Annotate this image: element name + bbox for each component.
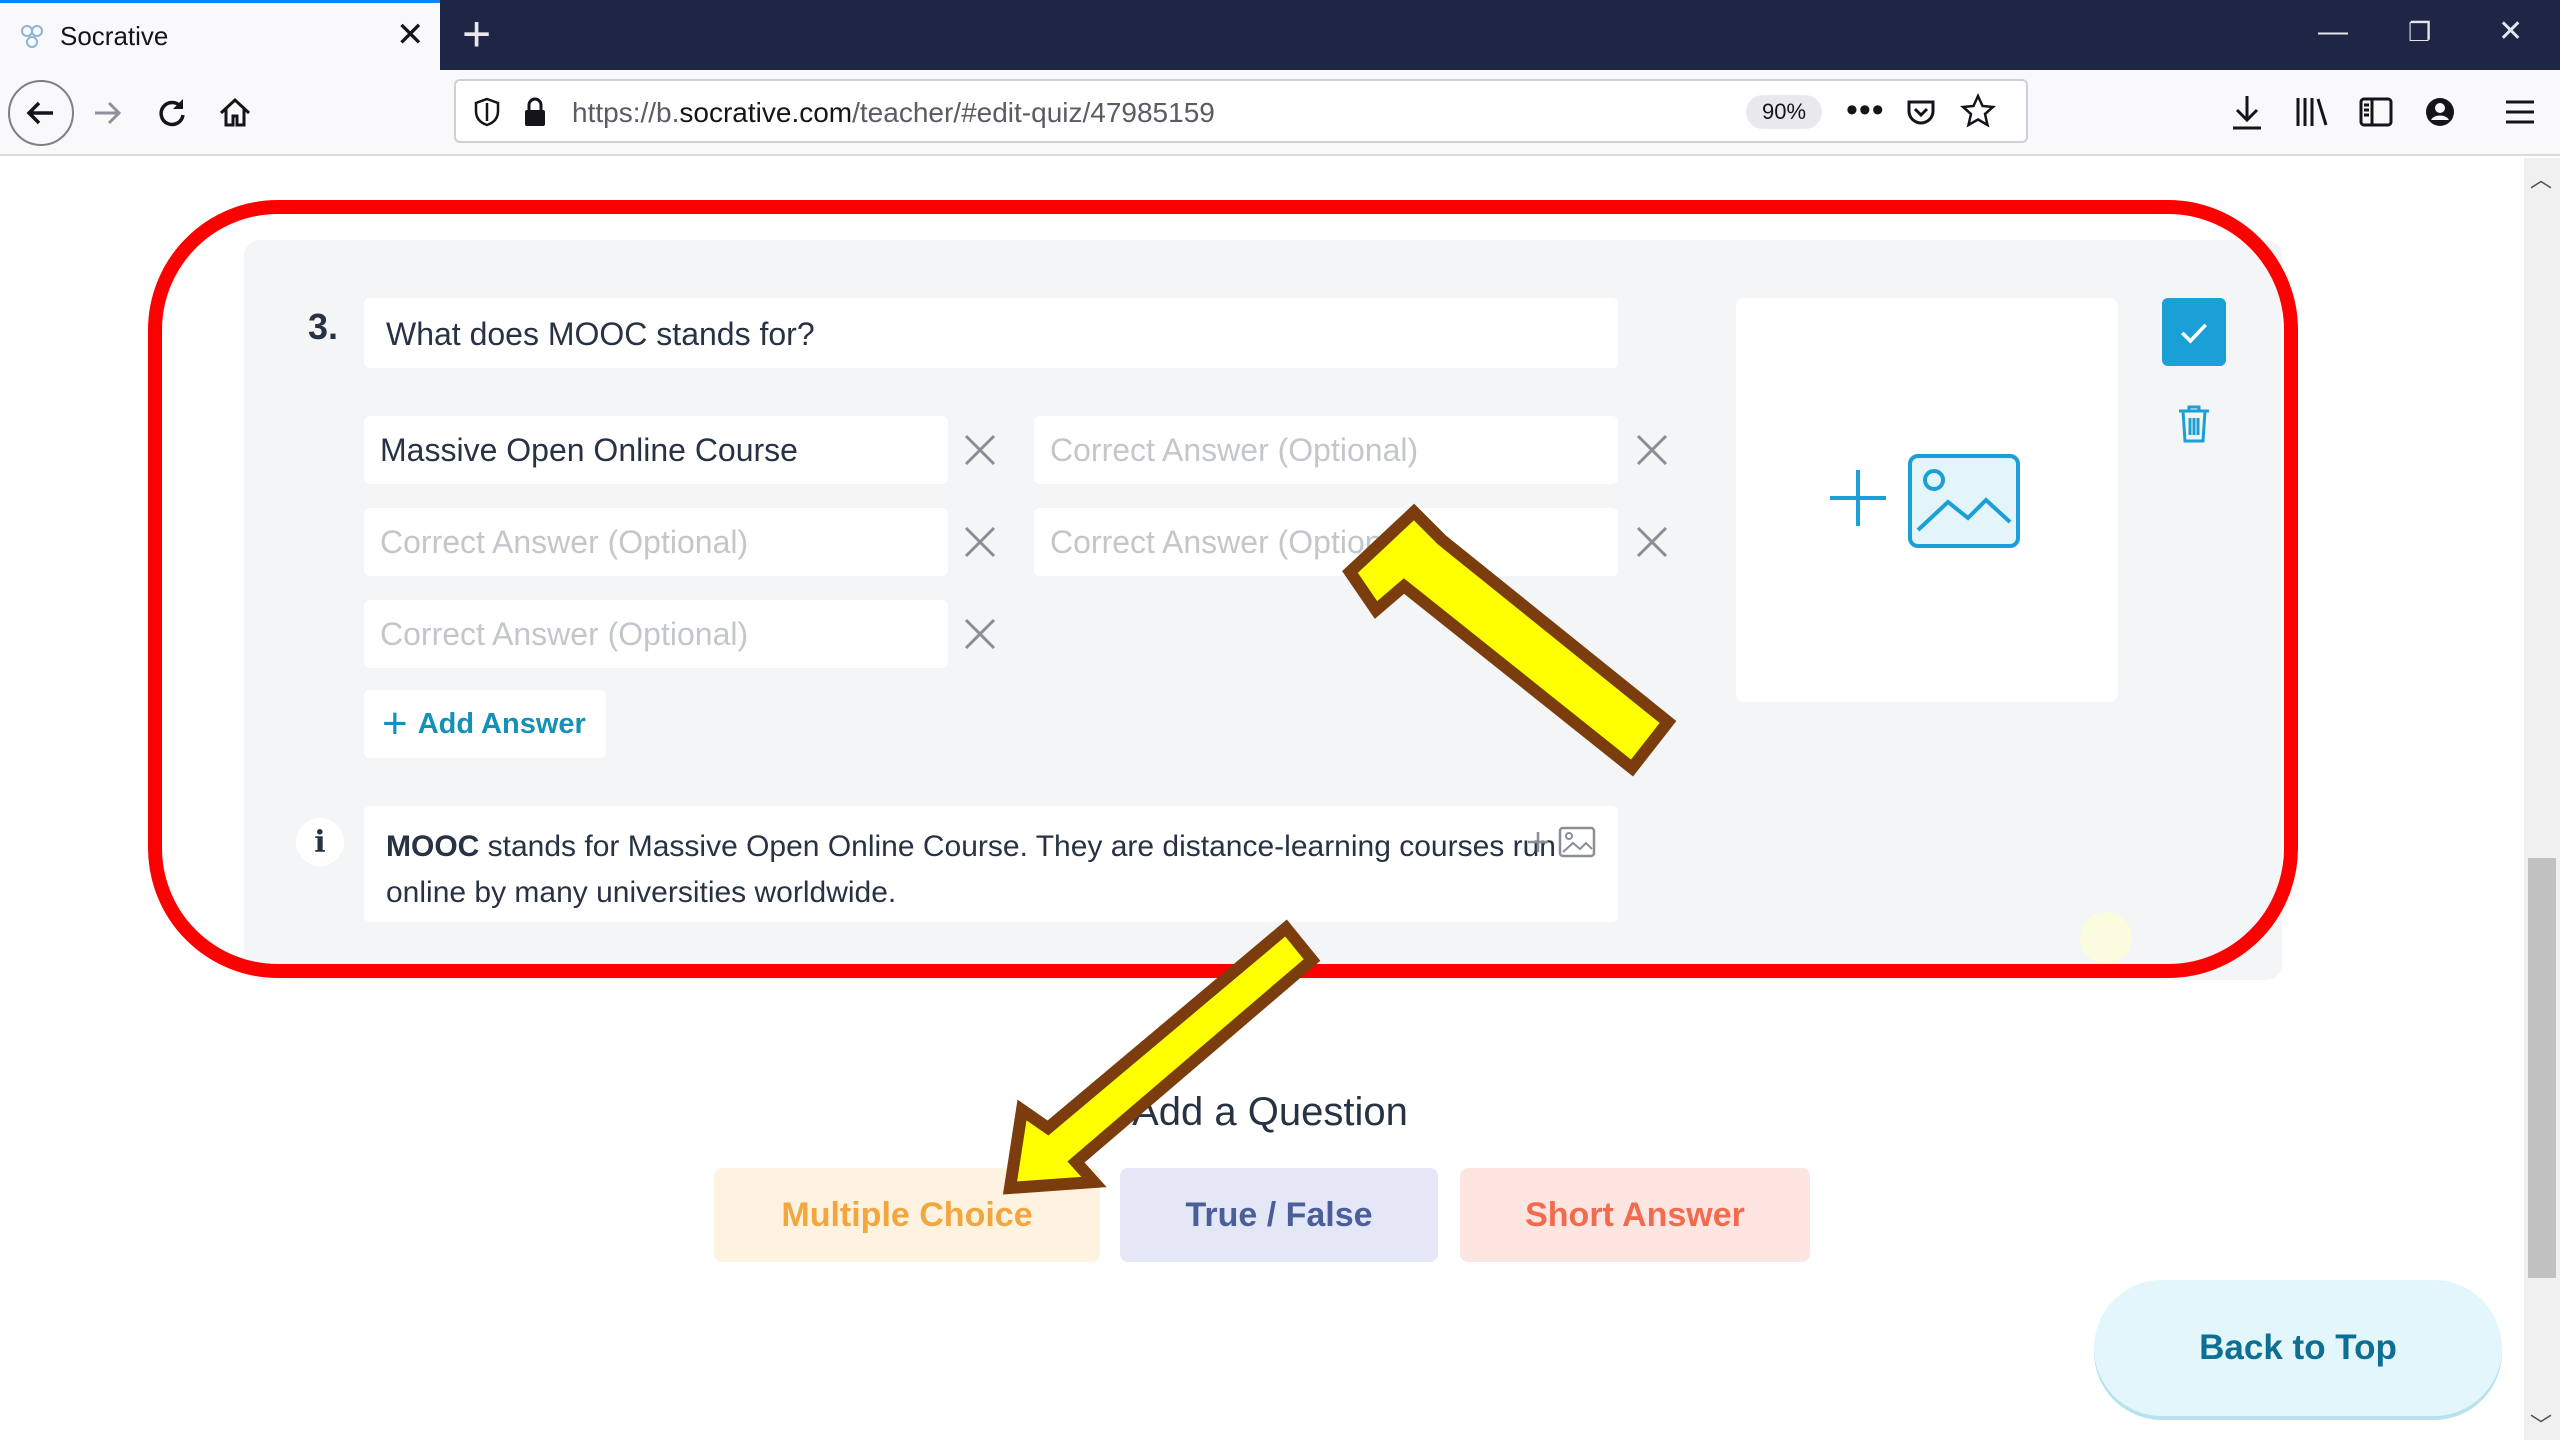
- library-icon[interactable]: [2292, 92, 2332, 132]
- remove-answer-icon[interactable]: [960, 614, 1000, 654]
- question-text-input[interactable]: What does MOOC stands for?: [364, 298, 1618, 368]
- pocket-icon[interactable]: [1904, 95, 1938, 129]
- save-question-button[interactable]: [2162, 298, 2226, 366]
- browser-tab[interactable]: Socrative ✕: [0, 0, 440, 70]
- socrative-logo-icon: [21, 25, 43, 48]
- menu-icon[interactable]: [2502, 94, 2538, 130]
- info-icon: i: [296, 818, 344, 866]
- answer-input-4[interactable]: Correct Answer (Optional): [1034, 508, 1618, 576]
- add-answer-button[interactable]: + Add Answer: [364, 690, 606, 758]
- trash-icon[interactable]: [2174, 402, 2214, 446]
- explanation-bold-term: MOOC: [386, 830, 480, 863]
- answer-input-1[interactable]: Massive Open Online Course: [364, 416, 948, 484]
- answer-input-5[interactable]: Correct Answer (Optional): [364, 600, 948, 668]
- remove-answer-icon[interactable]: [1632, 430, 1672, 470]
- tab-title: Socrative: [60, 21, 169, 51]
- account-icon[interactable]: [2420, 92, 2460, 132]
- page-actions-icon[interactable]: •••: [1846, 91, 1885, 130]
- home-icon: [219, 97, 251, 127]
- back-to-top-button[interactable]: Back to Top: [2094, 1280, 2502, 1416]
- sidebar-icon[interactable]: [2356, 92, 2396, 132]
- reload-button[interactable]: [146, 88, 196, 138]
- answer-input-3[interactable]: Correct Answer (Optional): [364, 508, 948, 576]
- add-image-box[interactable]: [1736, 298, 2118, 702]
- add-explanation-image-icon[interactable]: [1526, 824, 1598, 860]
- url-text: https://b.socrative.com/teacher/#edit-qu…: [572, 97, 1215, 128]
- close-window-icon[interactable]: ✕: [2498, 12, 2523, 52]
- remove-answer-icon[interactable]: [960, 430, 1000, 470]
- back-arrow-icon: [26, 101, 53, 125]
- multiple-choice-button[interactable]: Multiple Choice: [714, 1168, 1100, 1262]
- downloads-icon[interactable]: [2228, 92, 2266, 134]
- cursor-highlight: [2080, 912, 2132, 964]
- tab-bar: Socrative ✕ + — ❐ ✕: [0, 0, 2560, 70]
- home-button[interactable]: [210, 88, 260, 138]
- short-answer-button[interactable]: Short Answer: [1460, 1168, 1810, 1262]
- question-number: 3.: [308, 306, 339, 347]
- explanation-text: stands for Massive Open Online Course. T…: [386, 830, 1556, 909]
- scroll-up-icon[interactable]: ︿: [2530, 162, 2552, 194]
- answer-input-2[interactable]: Correct Answer (Optional): [1034, 416, 1618, 484]
- bookmark-star-icon[interactable]: [1960, 93, 1996, 129]
- forward-arrow-icon: [95, 101, 122, 125]
- plus-icon: +: [382, 699, 408, 748]
- zoom-level-badge[interactable]: 90%: [1746, 95, 1822, 129]
- scroll-thumb[interactable]: [2528, 858, 2556, 1278]
- back-button[interactable]: [8, 80, 74, 146]
- restore-icon[interactable]: ❐: [2408, 12, 2431, 52]
- true-false-button[interactable]: True / False: [1120, 1168, 1438, 1262]
- forward-button[interactable]: [82, 88, 132, 138]
- new-tab-icon[interactable]: +: [462, 6, 491, 62]
- remove-answer-icon[interactable]: [1632, 522, 1672, 562]
- minimize-icon[interactable]: —: [2318, 12, 2348, 52]
- scroll-down-icon[interactable]: ﹀: [2530, 1408, 2552, 1440]
- page-scrollbar[interactable]: ︿ ﹀: [2524, 158, 2560, 1440]
- address-bar[interactable]: https://b.socrative.com/teacher/#edit-qu…: [454, 79, 2028, 143]
- explanation-input[interactable]: MOOC stands for Massive Open Online Cour…: [364, 806, 1618, 922]
- add-question-title: Add a Question: [1132, 1090, 1408, 1134]
- checkmark-icon: [2181, 323, 2208, 344]
- navigation-bar: https://b.socrative.com/teacher/#edit-qu…: [0, 70, 2560, 156]
- close-tab-icon[interactable]: ✕: [396, 17, 425, 53]
- lock-icon[interactable]: [520, 95, 550, 129]
- add-image-icon: [1830, 454, 2020, 548]
- add-answer-label: Add Answer: [417, 707, 586, 740]
- remove-answer-icon[interactable]: [960, 522, 1000, 562]
- shield-icon[interactable]: [470, 95, 504, 129]
- reload-icon: [159, 99, 185, 127]
